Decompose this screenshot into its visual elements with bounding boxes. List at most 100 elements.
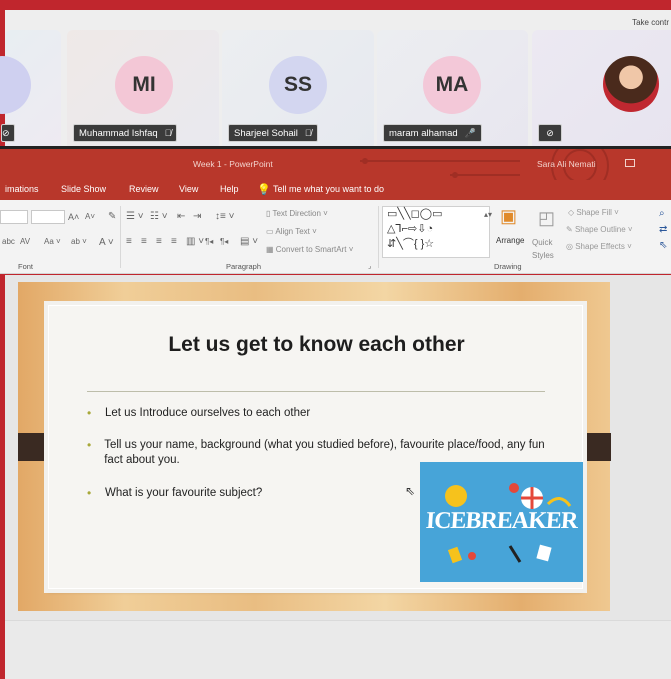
align-text-label: Align Text (275, 227, 310, 236)
participant-strip: Take contr ⊘ MI Muhammad Ishfaq 🎙̸ SS Sha… (0, 10, 671, 150)
columns-icon[interactable]: ▥ ˅ (186, 236, 204, 247)
find-icon[interactable]: ⌕ (659, 208, 665, 219)
slide-title[interactable]: Let us get to know each other (49, 333, 584, 357)
avatar: MA (423, 56, 481, 114)
align-text-button[interactable]: ▭ Align Text ˅ (266, 227, 317, 236)
participant-tile-0[interactable]: ⊘ (0, 30, 61, 150)
shape-effects-label: Shape Effects (575, 242, 625, 251)
quick-styles-icon[interactable]: ◰ (538, 208, 555, 229)
participant-tile-4[interactable]: ⊘ (532, 30, 671, 150)
slide-content-frame: Let us get to know each other • Let us In… (48, 305, 583, 589)
font-grow-icon[interactable]: A˄ (68, 212, 79, 222)
avatar (0, 56, 31, 114)
shape-fill-button[interactable]: ◇ Shape Fill ˅ (568, 208, 619, 217)
tab-review[interactable]: Review (129, 184, 159, 194)
change-case-icon[interactable]: Aa ˅ (44, 237, 61, 246)
mouse-cursor-icon: ⇖ (405, 484, 416, 498)
strikethrough-icon[interactable]: abc (2, 237, 15, 246)
arrange-button[interactable]: Arrange (496, 236, 524, 245)
divider (378, 206, 379, 268)
decrease-indent-icon[interactable]: ⇤ (177, 211, 185, 222)
name-tag: Muhammad Ishfaq 🎙̸ (73, 124, 178, 142)
ribbon: A˄ A˅ ✎ abc AV Aa ˅ ab ˅ A ˅ Font ☰ ˅ ☷ … (0, 200, 671, 274)
ribbon-tabs: imations Slide Show Review View Help 💡 T… (0, 180, 671, 200)
slide-canvas[interactable]: Let us get to know each other • Let us In… (18, 282, 611, 611)
increase-indent-icon[interactable]: ⇥ (193, 211, 201, 222)
quick-styles-button[interactable]: Quick Styles (532, 236, 562, 262)
participant-name: Sharjeel Sohail (234, 127, 298, 139)
name-tag: ⊘ (538, 124, 562, 142)
rtl-icon[interactable]: ¶◂ (205, 237, 213, 246)
tab-animations[interactable]: imations (5, 184, 39, 194)
gallery-scroll-icon[interactable]: ▴▾ (484, 210, 492, 219)
replace-icon[interactable]: ⇄ (659, 224, 667, 235)
shapes-row-2: △⅂⌐⇨⇩◔ (387, 223, 434, 235)
tab-help[interactable]: Help (220, 184, 239, 194)
tab-slide-show[interactable]: Slide Show (61, 184, 106, 194)
icebreaker-image[interactable]: ICEBREAKER (420, 462, 583, 582)
align-center-icon[interactable]: ≡ (141, 236, 147, 247)
participant-tile-1[interactable]: MI Muhammad Ishfaq 🎙̸ (67, 30, 219, 150)
font-shrink-icon[interactable]: A˅ (85, 212, 95, 221)
take-control-label[interactable]: Take contr (632, 18, 669, 27)
mic-off-icon: ⊘ (2, 127, 10, 138)
title-divider (87, 391, 545, 392)
highlight-icon[interactable]: ab ˅ (71, 237, 87, 246)
ribbon-display-icon[interactable] (625, 159, 635, 167)
numbering-icon[interactable]: ☷ ˅ (150, 211, 168, 222)
bullet-dot: • (87, 406, 92, 420)
name-tag: ⊘ (1, 124, 15, 142)
shapes-row-3: ⇵╲⌒{ }☆ (387, 238, 435, 250)
participant-photo (603, 56, 659, 112)
font-group-label: Font (18, 262, 34, 271)
slide-thumbnail-pane[interactable] (5, 620, 671, 679)
align-left-icon[interactable]: ≡ (126, 236, 132, 247)
bullet-text: What is your favourite subject? (105, 487, 263, 499)
participant-tile-2[interactable]: SS Sharjeel Sohail 🎙̸ (222, 30, 374, 150)
font-color-icon[interactable]: A ˅ (99, 237, 114, 248)
shapes-row-1: ▭╲╲◻◯▭ (387, 208, 443, 220)
align-right-icon[interactable]: ≡ (156, 236, 162, 247)
screen: Take contr ⊘ MI Muhammad Ishfaq 🎙̸ SS Sha… (0, 0, 671, 679)
font-name-field[interactable] (0, 210, 28, 224)
mic-off-icon: ⊘ (546, 127, 554, 138)
shape-effects-button[interactable]: ◎ Shape Effects ˅ (566, 242, 632, 251)
participant-tile-3[interactable]: MA maram alhamad 🎤 (377, 30, 528, 150)
convert-smartart-label: Convert to SmartArt (275, 245, 347, 254)
clear-formatting-icon[interactable]: ✎ (108, 211, 116, 222)
tab-view[interactable]: View (179, 184, 198, 194)
mic-on-icon: 🎤 (464, 127, 476, 138)
powerpoint-title-bar: Week 1 - PowerPoint Sara Ali Nemati (0, 146, 671, 183)
avatar-initials: MA (435, 73, 469, 96)
avatar: SS (269, 56, 327, 114)
text-direction-button[interactable]: ▯ Text Direction ˅ (266, 209, 328, 218)
avatar: MI (115, 56, 173, 114)
align-text-block-icon[interactable]: ▤ ˅ (240, 236, 258, 247)
select-icon[interactable]: ⇖ (659, 240, 667, 251)
bullets-icon[interactable]: ☰ ˅ (126, 211, 144, 222)
icebreaker-text: ICEBREAKER (424, 508, 579, 534)
bullet-item[interactable]: • Let us Introduce ourselves to each othe… (87, 406, 557, 421)
divider (120, 206, 121, 268)
window-frame-top (0, 0, 671, 10)
mic-off-icon: 🎙̸ (304, 128, 312, 138)
user-name[interactable]: Sara Ali Nemati (537, 159, 596, 169)
convert-smartart-button[interactable]: ▦ Convert to SmartArt ˅ (266, 245, 353, 254)
shape-outline-label: Shape Outline (574, 225, 626, 234)
name-tag: Sharjeel Sohail 🎙̸ (228, 124, 318, 142)
mic-off-icon: 🎙̸ (164, 128, 172, 138)
char-spacing-icon[interactable]: AV (20, 237, 30, 246)
tell-me-search[interactable]: Tell me what you want to do (273, 184, 384, 194)
ltr-icon[interactable]: ¶◂ (220, 237, 228, 246)
paragraph-launcher-icon[interactable]: ⌟ (368, 262, 371, 270)
line-spacing-icon[interactable]: ↕≡ ˅ (215, 211, 234, 222)
avatar-initials: SS (283, 73, 312, 96)
arrange-icon[interactable]: ▣ (500, 206, 517, 227)
font-size-field[interactable] (31, 210, 65, 224)
shape-outline-button[interactable]: ✎ Shape Outline ˅ (566, 225, 633, 234)
justify-icon[interactable]: ≡ (171, 236, 177, 247)
name-tag: maram alhamad 🎤 (383, 124, 482, 142)
shapes-gallery[interactable]: ▭╲╲◻◯▭ △⅂⌐⇨⇩◔ ⇵╲⌒{ }☆ (382, 206, 490, 258)
drawing-group-label: Drawing (494, 262, 522, 271)
participant-name: Muhammad Ishfaq (79, 127, 158, 139)
